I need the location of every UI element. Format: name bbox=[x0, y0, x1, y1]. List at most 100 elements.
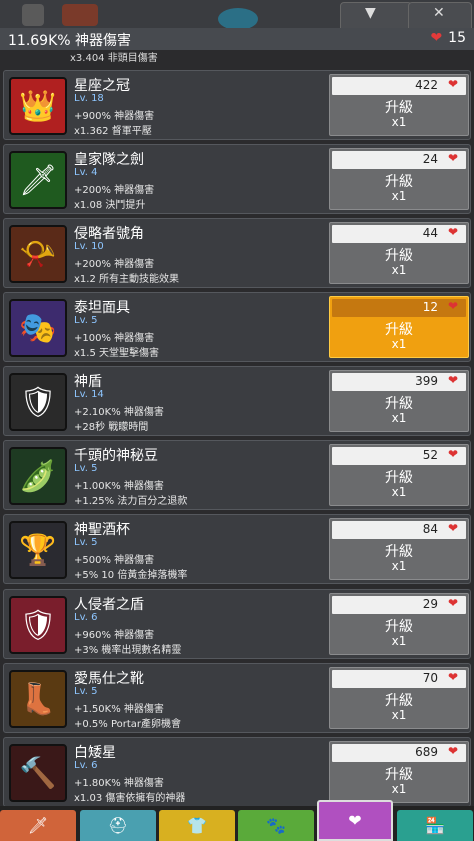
artifact-level: Lv. 4 bbox=[74, 167, 98, 178]
artifact-name: 神盾 bbox=[74, 374, 102, 390]
artifact-effect-damage: +1.00K% 神器傷害 bbox=[74, 481, 164, 492]
upgrade-button[interactable]: 84 ❤ 升級 x1 bbox=[329, 518, 469, 580]
artifact-name: 泰坦面具 bbox=[74, 300, 130, 316]
artifact-level: Lv. 5 bbox=[74, 463, 98, 474]
crown-icon[interactable]: 👑 bbox=[9, 77, 67, 135]
artifact-effect-bonus: +28秒 戰矇時間 bbox=[74, 422, 149, 433]
upgrade-cost: 689 bbox=[415, 745, 438, 759]
artifact-effect-bonus: x1.2 所有主動技能效果 bbox=[74, 274, 179, 285]
sword-icon[interactable]: 🗡 bbox=[9, 151, 67, 209]
upgrade-multiplier: x1 bbox=[391, 411, 407, 425]
upgrade-button[interactable]: 70 ❤ 升級 x1 bbox=[329, 667, 469, 729]
artifact-effect-damage: +900% 神器傷害 bbox=[74, 111, 155, 122]
artifact-row: 🛡 神盾 Lv. 14 +2.10K% 神器傷害 +28秒 戰矇時間 399 ❤ 升級 x1 bbox=[3, 366, 471, 436]
artifact-name: 愛馬仕之靴 bbox=[74, 671, 144, 687]
upgrade-cost-bar: 689 ❤ bbox=[332, 744, 466, 762]
upgrade-cost: 399 bbox=[415, 374, 438, 388]
upgrade-multiplier: x1 bbox=[391, 485, 407, 499]
total-artifact-damage: 11.69K% 神器傷害 bbox=[8, 33, 132, 49]
close-tab[interactable]: ✕ bbox=[408, 2, 472, 28]
artifact-heart-tab-icon[interactable]: ❤ bbox=[317, 800, 393, 841]
artifact-effect-bonus: x1.08 決鬥提升 bbox=[74, 200, 146, 211]
upgrade-cost-bar: 399 ❤ bbox=[332, 373, 466, 391]
mask-icon[interactable]: 🎭 bbox=[9, 299, 67, 357]
artifact-name: 人侵者之盾 bbox=[74, 597, 144, 613]
artifact-row: 📯 侵略者號角 Lv. 10 +200% 神器傷害 x1.2 所有主動技能效果 44 ❤ 升級… bbox=[3, 218, 471, 288]
upgrade-label: 升級 bbox=[385, 544, 413, 560]
armor-tab-icon[interactable]: 👕 bbox=[159, 810, 235, 841]
upgrade-cost-bar: 24 ❤ bbox=[332, 151, 466, 169]
artifact-name: 星座之冠 bbox=[74, 78, 130, 94]
upgrade-button[interactable]: 52 ❤ 升級 x1 bbox=[329, 444, 469, 506]
helmet-tab-icon[interactable]: ⛑ bbox=[80, 810, 156, 841]
artifact-level: Lv. 10 bbox=[74, 241, 104, 252]
artifact-effect-damage: +2.10K% 神器傷害 bbox=[74, 407, 164, 418]
artifact-effect-damage: +100% 神器傷害 bbox=[74, 333, 155, 344]
upgrade-button[interactable]: 12 ❤ 升級 x1 bbox=[329, 296, 469, 358]
artifact-row: 🎭 泰坦面具 Lv. 5 +100% 神器傷害 x1.5 天堂聖擊傷害 12 ❤ 升級 x1 bbox=[3, 292, 471, 362]
upgrade-cost-bar: 44 ❤ bbox=[332, 225, 466, 243]
artifact-name: 神聖酒杯 bbox=[74, 522, 130, 538]
artifact-level: Lv. 5 bbox=[74, 315, 98, 326]
upgrade-cost-bar: 422 ❤ bbox=[332, 77, 466, 95]
upgrade-cost-bar: 12 ❤ bbox=[332, 299, 466, 317]
hero-portrait-icon[interactable] bbox=[62, 4, 98, 26]
artifact-level: Lv. 5 bbox=[74, 686, 98, 697]
upgrade-cost-bar: 70 ❤ bbox=[332, 670, 466, 688]
upgrade-label: 升級 bbox=[385, 174, 413, 190]
upgrade-cost-bar: 84 ❤ bbox=[332, 521, 466, 539]
upgrade-button[interactable]: 29 ❤ 升級 x1 bbox=[329, 593, 469, 655]
dropdown-arrow-icon: ▼ bbox=[365, 5, 376, 21]
upgrade-label: 升級 bbox=[385, 470, 413, 486]
upgrade-cost: 422 bbox=[415, 78, 438, 92]
upgrade-label: 升級 bbox=[385, 396, 413, 412]
artifact-damage-bar: 11.69K% 神器傷害 ❤ 15 bbox=[0, 28, 474, 50]
heart-cost-icon: ❤ bbox=[447, 225, 458, 239]
pet-tab-icon[interactable]: 🐾 bbox=[238, 810, 314, 841]
upgrade-button[interactable]: 399 ❤ 升級 x1 bbox=[329, 370, 469, 432]
bean-pod-icon[interactable]: 🫛 bbox=[9, 447, 67, 505]
horn-icon[interactable]: 📯 bbox=[9, 225, 67, 283]
artifact-row: 🫛 千頭的神秘豆 Lv. 5 +1.00K% 神器傷害 +1.25% 法力百分之退款 52… bbox=[3, 440, 471, 510]
round-shield-icon[interactable]: 🛡 bbox=[9, 596, 67, 654]
artifact-row: 🔨 白矮星 Lv. 6 +1.80K% 神器傷害 x1.03 傷害依擁有的神器 689 ❤ 升… bbox=[3, 737, 471, 807]
artifact-effect-bonus: +1.25% 法力百分之退款 bbox=[74, 496, 188, 507]
shield-icon[interactable]: 🛡 bbox=[9, 373, 67, 431]
artifact-effect-bonus: x1.362 督軍平壓 bbox=[74, 126, 152, 137]
shop-tab-icon[interactable]: 🏪 bbox=[397, 810, 473, 841]
artifact-row: 🗡 皇家隊之劍 Lv. 4 +200% 神器傷害 x1.08 決鬥提升 24 ❤ 升級 x1 bbox=[3, 144, 471, 214]
artifact-effect-bonus: x1.5 天堂聖擊傷害 bbox=[74, 348, 159, 359]
upgrade-button[interactable]: 422 ❤ 升級 x1 bbox=[329, 74, 469, 136]
artifact-effect-damage: +200% 神器傷害 bbox=[74, 185, 155, 196]
heart-cost-icon: ❤ bbox=[447, 299, 458, 313]
partial-row-effect: x3.404 非頭目傷害 bbox=[70, 53, 158, 64]
artifact-row: 🛡 人侵者之盾 Lv. 6 +960% 神器傷害 +3% 機率出現數名精靈 29 ❤ 升級 x1 bbox=[3, 589, 471, 659]
hammer-icon[interactable]: 🔨 bbox=[9, 744, 67, 802]
artifact-effect-damage: +1.50K% 神器傷害 bbox=[74, 704, 164, 715]
close-icon: ✕ bbox=[433, 5, 445, 21]
heart-cost-icon: ❤ bbox=[447, 744, 458, 758]
sword-tab-icon[interactable]: 🗡 bbox=[0, 810, 76, 841]
collapse-tab[interactable]: ▼ bbox=[340, 2, 412, 28]
upgrade-button[interactable]: 24 ❤ 升級 x1 bbox=[329, 148, 469, 210]
upgrade-button[interactable]: 44 ❤ 升級 x1 bbox=[329, 222, 469, 284]
upgrade-label: 升級 bbox=[385, 100, 413, 116]
heart-cost-icon: ❤ bbox=[447, 670, 458, 684]
artifact-effect-damage: +500% 神器傷害 bbox=[74, 555, 155, 566]
chalice-icon[interactable]: 🏆 bbox=[9, 521, 67, 579]
artifact-effect-bonus: +0.5% Portar產卵機會 bbox=[74, 719, 182, 730]
artifact-row: 🏆 神聖酒杯 Lv. 5 +500% 神器傷害 +5% 10 倍黃金掉落機率 84 ❤ 升級 x… bbox=[3, 514, 471, 584]
settings-icon[interactable] bbox=[22, 4, 44, 26]
heart-cost-icon: ❤ bbox=[447, 596, 458, 610]
upgrade-cost: 12 bbox=[422, 300, 438, 314]
world-map-icon[interactable] bbox=[218, 8, 258, 28]
upgrade-cost: 84 bbox=[422, 522, 438, 536]
artifact-name: 千頭的神秘豆 bbox=[74, 448, 158, 464]
upgrade-cost: 52 bbox=[422, 448, 438, 462]
winged-boot-icon[interactable]: 👢 bbox=[9, 670, 67, 728]
heart-cost-icon: ❤ bbox=[447, 77, 458, 91]
upgrade-multiplier: x1 bbox=[391, 337, 407, 351]
upgrade-label: 升級 bbox=[385, 248, 413, 264]
upgrade-multiplier: x1 bbox=[391, 263, 407, 277]
upgrade-button[interactable]: 689 ❤ 升級 x1 bbox=[329, 741, 469, 803]
